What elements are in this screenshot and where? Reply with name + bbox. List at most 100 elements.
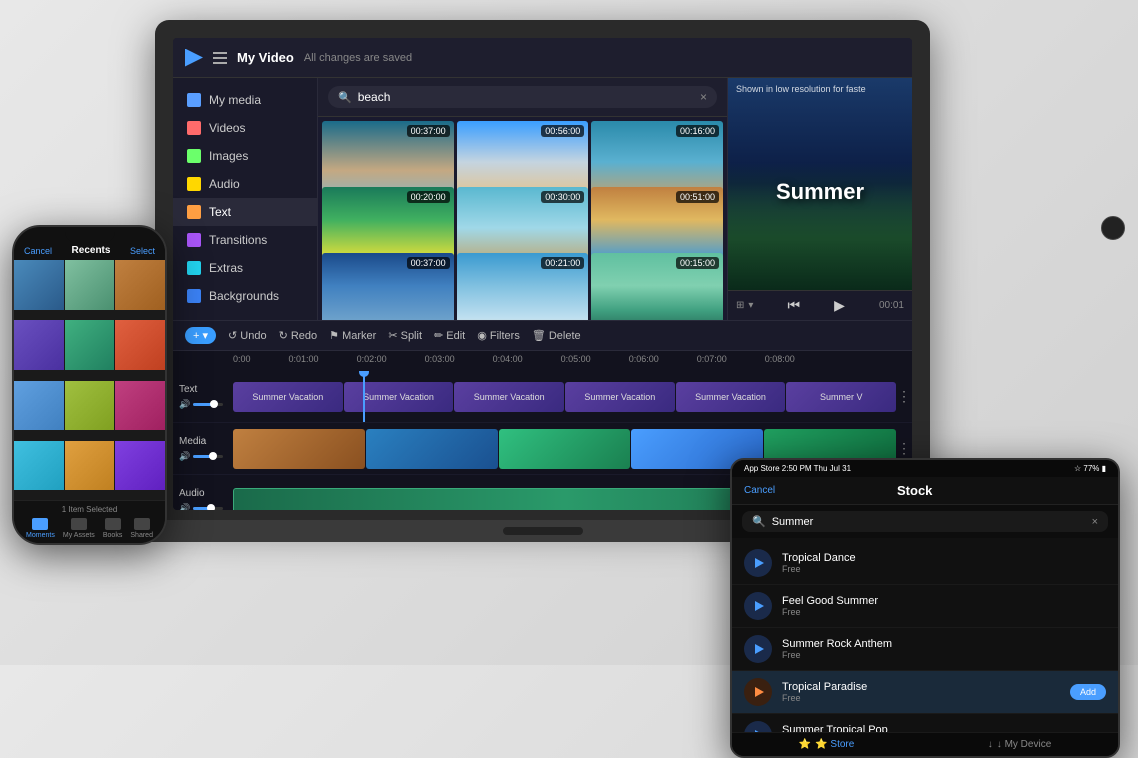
split-button[interactable]: ✂ Split [388,329,422,342]
text-track-options[interactable]: ⋮ [896,388,912,405]
phone-photo-8[interactable] [65,381,115,431]
tablet-search-clear[interactable]: × [1092,516,1098,528]
play-rock-anthem[interactable] [744,635,772,663]
media-track-options[interactable]: ⋮ [896,440,912,457]
playhead[interactable] [363,371,365,422]
tablet-mydevice-tab[interactable]: ↓ ↓ My Device [988,739,1051,750]
phone-tab-shared[interactable]: Shared [130,518,153,539]
app-header: My Video All changes are saved [173,38,912,78]
phone-photo-6[interactable] [115,320,165,370]
phone-cancel-button[interactable]: Cancel [24,246,52,256]
text-icon [187,205,201,219]
tablet-item-tropical-pop[interactable]: Summer Tropical Pop 5:44 [732,714,1118,732]
sidebar-item-my-media[interactable]: My media [173,86,317,114]
phone-photo-4[interactable] [14,320,64,370]
phone-photo-3[interactable] [115,260,165,310]
add-button[interactable]: + ▾ [185,327,216,344]
feel-good-name: Feel Good Summer [782,595,1106,607]
sidebar-item-audio[interactable]: Audio [173,170,317,198]
skip-back-button[interactable]: ⏮ [787,297,800,314]
phone-selection-label: 1 Item Selected [22,505,157,514]
phone-photo-7[interactable] [14,381,64,431]
phone-photo-1[interactable] [14,260,64,310]
play-pause-button[interactable]: ▶ [834,297,845,314]
sidebar-item-backgrounds[interactable]: Backgrounds [173,282,317,310]
search-input[interactable] [358,90,694,104]
phone-notch [65,227,115,243]
sidebar-item-text[interactable]: Text [173,198,317,226]
sidebar-item-images[interactable]: Images [173,142,317,170]
phone-select-button[interactable]: Select [130,246,155,256]
tablet-search-icon: 🔍 [752,515,766,528]
text-volume-bar[interactable] [193,403,223,406]
video-grid: 00:37:00 00:56:00 00:16:00 00:20:00 00:3 [318,117,727,320]
tropical-paradise-sub: Free [782,693,1060,703]
phone-photo-11[interactable] [65,441,115,491]
tablet-home-button[interactable] [1101,216,1125,240]
audio-track-name: Audio [179,488,227,499]
media-volume-bar[interactable] [193,455,223,458]
phone: Cancel Recents Select 1 Item Selected Mo… [12,225,167,545]
video-thumb-7[interactable]: 00:37:00 [322,253,454,320]
media-clip-2[interactable] [366,429,498,469]
search-clear-button[interactable]: × [700,90,707,104]
search-input-wrap[interactable]: 🔍 × [328,86,717,108]
undo-button[interactable]: ↺ Undo [228,329,267,342]
sidebar-item-videos[interactable]: Videos [173,114,317,142]
phone-tab-moments[interactable]: Moments [26,518,55,539]
app-logo-icon [185,49,203,67]
rock-anthem-name: Summer Rock Anthem [782,638,1106,650]
play-feel-good[interactable] [744,592,772,620]
app-main: My media Videos Images Audio [173,78,912,320]
tropical-dance-name: Tropical Dance [782,552,1106,564]
phone-photo-2[interactable] [65,260,115,310]
play-tropical-dance[interactable] [744,549,772,577]
phone-photo-5[interactable] [65,320,115,370]
tablet-search-wrap[interactable]: 🔍 × [742,511,1108,532]
phone-tab-books[interactable]: Books [103,518,122,539]
text-track-content: Summer Vacation Summer Vacation Summer V… [233,371,896,422]
delete-button[interactable]: 🗑 Delete [532,329,581,342]
media-clip-1[interactable] [233,429,365,469]
laptop-outer: My Video All changes are saved My media … [155,20,930,520]
play-tropical-pop[interactable] [744,721,772,732]
text-clip-4[interactable]: Summer Vacation [565,382,675,412]
add-to-project-button[interactable]: Add [1070,684,1106,700]
sidebar-item-extras[interactable]: Extras [173,254,317,282]
marker-button[interactable]: ⚑ Marker [329,329,376,342]
text-clip-3[interactable]: Summer Vacation [454,382,564,412]
search-icon: 🔍 [338,91,352,104]
phone-header: Cancel Recents Select [14,241,165,260]
redo-button[interactable]: ↻ Redo [279,329,318,342]
video-thumb-9[interactable]: 00:15:00 [591,253,723,320]
phone-photo-9[interactable] [115,381,165,431]
media-clip-3[interactable] [499,429,631,469]
phone-screen: Cancel Recents Select 1 Item Selected Mo… [14,241,165,543]
filters-button[interactable]: ◉ Filters [477,329,520,342]
hamburger-icon[interactable] [213,52,227,64]
preview-summer-text: Summer [728,179,912,205]
ruler-tick-2: 0:02:00 [357,354,387,364]
media-volume-icon: 🔊 [179,451,190,462]
text-clip-2[interactable]: Summer Vacation [344,382,454,412]
tablet-search-input[interactable] [772,516,1086,528]
video-thumb-8[interactable]: 00:21:00 [457,253,589,320]
tablet-store-tab[interactable]: ⭐ ⭐ Store [799,739,855,750]
tablet-item-tropical-paradise[interactable]: Tropical Paradise Free Add [732,671,1118,714]
tablet-item-tropical-dance[interactable]: Tropical Dance Free [732,542,1118,585]
moments-tab-icon [32,518,48,530]
play-tropical-paradise[interactable] [744,678,772,706]
text-clip-5[interactable]: Summer Vacation [676,382,786,412]
text-clip-6[interactable]: Summer V [786,382,896,412]
edit-button[interactable]: ✏ Edit [434,329,465,342]
phone-photo-10[interactable] [14,441,64,491]
phone-tab-assets[interactable]: My Assets [63,518,95,539]
text-clips: Summer Vacation Summer Vacation Summer V… [233,371,896,422]
sidebar-item-transitions[interactable]: Transitions [173,226,317,254]
audio-volume-bar[interactable] [193,507,223,510]
phone-photo-12[interactable] [115,441,165,491]
phone-photo-grid [14,260,165,500]
text-clip-1[interactable]: Summer Vacation [233,382,343,412]
tablet-item-feel-good[interactable]: Feel Good Summer Free [732,585,1118,628]
tablet-cancel-button[interactable]: Cancel [744,485,775,496]
